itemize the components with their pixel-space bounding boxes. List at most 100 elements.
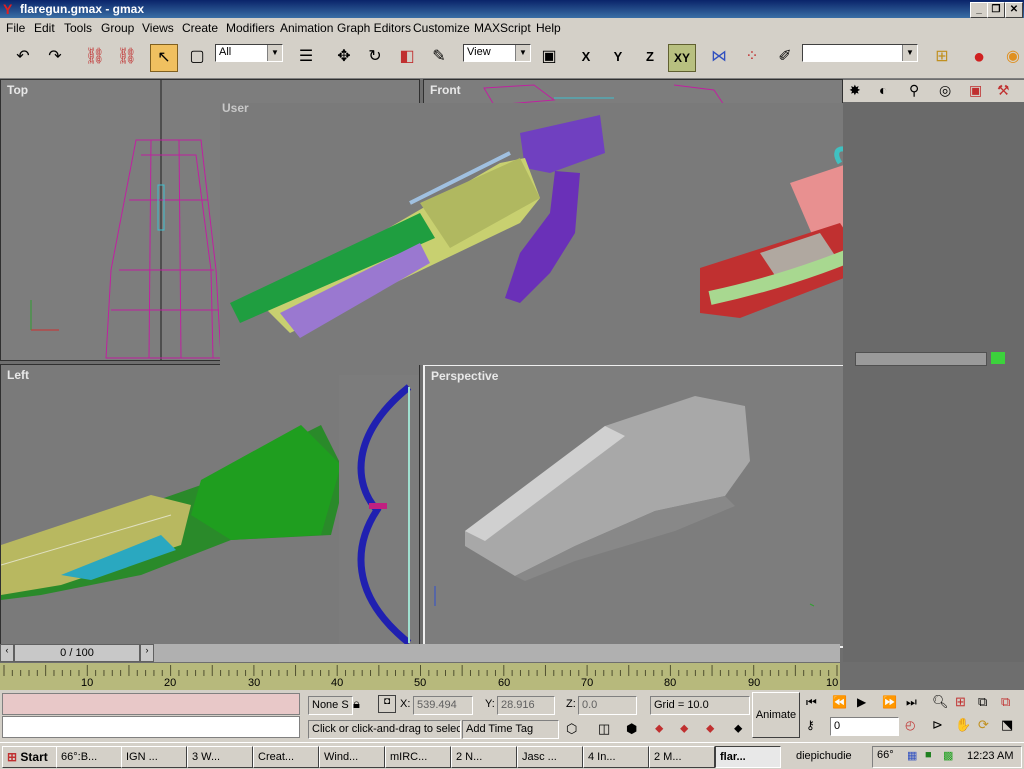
degradation-icon[interactable]: ⬥ [734,721,742,736]
utilities-tab-icon[interactable]: ⚒ [997,82,1010,99]
menu-maxscript[interactable]: MAXScript [474,21,531,35]
tray-app-icon[interactable]: ■ [925,749,932,761]
task-windows[interactable]: Wind... [319,746,385,768]
display-tab-icon[interactable]: ▣ [969,82,982,99]
maxscript-listener-white[interactable] [2,716,300,738]
window-crossing-icon[interactable]: ⬥ [706,721,714,736]
menu-create[interactable]: Create [182,21,218,35]
start-button[interactable]: ⊞ Start [2,746,58,768]
select-by-name-icon[interactable]: ☰ [293,44,319,70]
task-explorer[interactable]: 3 W... [187,746,253,768]
task-ign[interactable]: IGN ... [121,746,187,768]
fov-icon[interactable]: ⊳ [932,717,943,733]
axis-z-button[interactable]: Z [637,44,663,70]
tray-network-icon[interactable]: ▦ [907,749,917,762]
current-frame-field[interactable]: 0 [830,717,899,736]
scale-icon[interactable]: ◧ [394,44,420,70]
maximize-viewport-icon[interactable]: ⬔ [1001,717,1013,733]
maximize-button[interactable]: ❐ [987,2,1005,18]
tray-temperature[interactable]: 66° [877,749,894,761]
reference-coord-dropdown[interactable]: View ▼ [463,44,531,62]
selection-filter-dropdown[interactable]: All ▼ [215,44,283,62]
menu-group[interactable]: Group [101,21,134,35]
menu-modifiers[interactable]: Modifiers [226,21,275,35]
named-selection-dropdown[interactable]: ▼ [802,44,918,62]
task-notepad[interactable]: 2 N... [451,746,517,768]
task-ie[interactable]: 4 In... [583,746,649,768]
prev-frame-icon[interactable]: ⏪ [832,695,847,709]
zoom-extents-icon[interactable]: ⧉ [978,694,987,710]
animate-button[interactable]: Animate [752,692,800,738]
tray-grid-icon[interactable]: ▩ [943,749,953,762]
modify-tab-icon[interactable]: ◐ [879,82,887,98]
viewport-perspective[interactable]: Perspective [423,364,845,648]
track-view-icon[interactable]: ⊞ [929,44,955,70]
menu-tools[interactable]: Tools [64,21,92,35]
menu-animation[interactable]: Animation [280,21,333,35]
undo-icon[interactable]: ↶ [10,44,36,70]
menu-customize[interactable]: Customize [413,21,470,35]
minimize-button[interactable]: _ [970,2,988,18]
goto-end-icon[interactable]: ⏭ [906,695,917,710]
menu-views[interactable]: Views [142,21,174,35]
array-icon[interactable]: ⁘ [739,44,765,70]
snap-3d-icon[interactable]: ⬡ [566,721,577,737]
play-icon[interactable]: ▶ [857,695,866,709]
menu-graph-editors[interactable]: Graph Editors [337,21,411,35]
axis-xy-button[interactable]: XY [668,44,696,72]
time-prev-icon[interactable]: ‹ [0,644,14,662]
axis-x-button[interactable]: X [573,44,599,70]
add-time-tag-button[interactable]: Add Time Tag [462,720,559,739]
menu-help[interactable]: Help [536,21,561,35]
lock-icon[interactable]: 🔒︎ [353,696,360,712]
motion-tab-icon[interactable]: ◎ [939,82,951,99]
time-slider-thumb[interactable]: 0 / 100 [14,644,140,662]
object-color-swatch[interactable] [991,352,1005,364]
goto-start-icon[interactable]: ⏮ [806,695,817,710]
time-slider[interactable]: ‹ 0 / 100 › [0,644,840,662]
redo-icon[interactable]: ↷ [42,44,68,70]
task-flaregun[interactable]: flar... [715,746,781,768]
zoom-icon[interactable]: 🔍︎ [932,694,949,710]
time-next-icon[interactable]: › [140,644,154,662]
pan-icon[interactable]: ✋ [955,717,971,733]
z-coordinate-field[interactable]: 0.0 [578,696,637,715]
absolute-mode-icon[interactable]: ◘ [378,695,396,713]
arc-rotate-icon[interactable]: ⟳ [978,717,989,733]
unlink-icon[interactable]: ⛓ [114,44,140,70]
percent-snap-icon[interactable]: ⬢ [626,721,637,737]
rotate-icon[interactable]: ↻ [362,44,388,70]
menu-file[interactable]: File [6,21,25,35]
time-config-icon[interactable]: ◴ [905,718,915,732]
task-weather[interactable]: 66°:B... [56,746,122,768]
close-button[interactable]: ✕ [1005,2,1023,18]
task-create[interactable]: Creat... [253,746,319,768]
move-icon[interactable]: ✥ [331,44,357,70]
keyboard-shortcut-icon[interactable]: ⬥ [680,721,688,736]
key-mode-icon[interactable]: ⚷ [806,718,815,732]
task-jasc[interactable]: Jasc ... [517,746,583,768]
track-bar[interactable]: 10 20 30 40 50 60 70 80 90 10 [0,663,840,690]
render-teapot-icon[interactable]: ● [966,44,992,70]
x-coordinate-field[interactable]: 539.494 [413,696,473,715]
select-object-icon[interactable]: ↖ [150,44,178,72]
pivot-center-icon[interactable]: ▣ [536,44,562,70]
mirror-icon[interactable]: ⋈ [706,44,732,70]
angle-snap-icon[interactable]: ◫ [598,721,610,737]
axis-y-button[interactable]: Y [605,44,631,70]
align-icon[interactable]: ✐ [772,44,798,70]
next-frame-icon[interactable]: ⏩ [882,695,897,709]
spinner-snap-icon[interactable]: ⬥ [655,721,663,736]
region-select-icon[interactable]: ▢ [184,44,210,70]
create-tab-icon[interactable]: ✸ [849,82,861,99]
hierarchy-tab-icon[interactable]: ⚲ [909,82,919,99]
manipulate-icon[interactable]: ✎ [426,44,452,70]
viewport-left[interactable]: Left [0,364,420,646]
menu-edit[interactable]: Edit [34,21,55,35]
link-icon[interactable]: ⛓ [82,44,108,70]
quick-render-icon[interactable]: ◉ [1000,44,1024,70]
zoom-extents-all-icon[interactable]: ⧉ [1001,694,1010,710]
task-m[interactable]: 2 M... [649,746,715,768]
zoom-all-icon[interactable]: ⊞ [955,694,966,710]
maxscript-listener-pink[interactable] [2,693,300,715]
